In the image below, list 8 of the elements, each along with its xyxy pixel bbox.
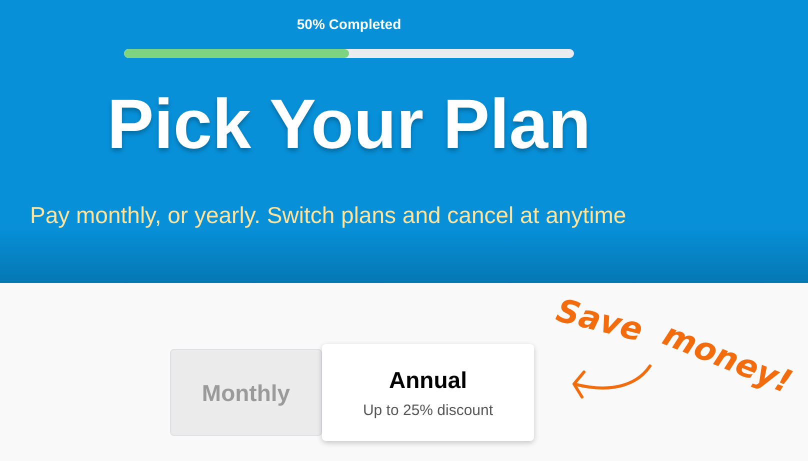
plan-note: Up to 25% discount bbox=[362, 402, 494, 420]
page-subtitle: Pay monthly, or yearly. Switch plans and cancel at anytime bbox=[30, 201, 626, 230]
plan-name: Annual bbox=[389, 366, 467, 394]
callout-text: Save bbox=[552, 292, 646, 348]
plan-name: Monthly bbox=[202, 378, 290, 406]
progress-label: 50% Completed bbox=[296, 15, 402, 33]
page-title: Pick Your Plan bbox=[106, 84, 592, 165]
plan-tab[interactable]: Annual Up to 25% discount bbox=[322, 344, 534, 441]
